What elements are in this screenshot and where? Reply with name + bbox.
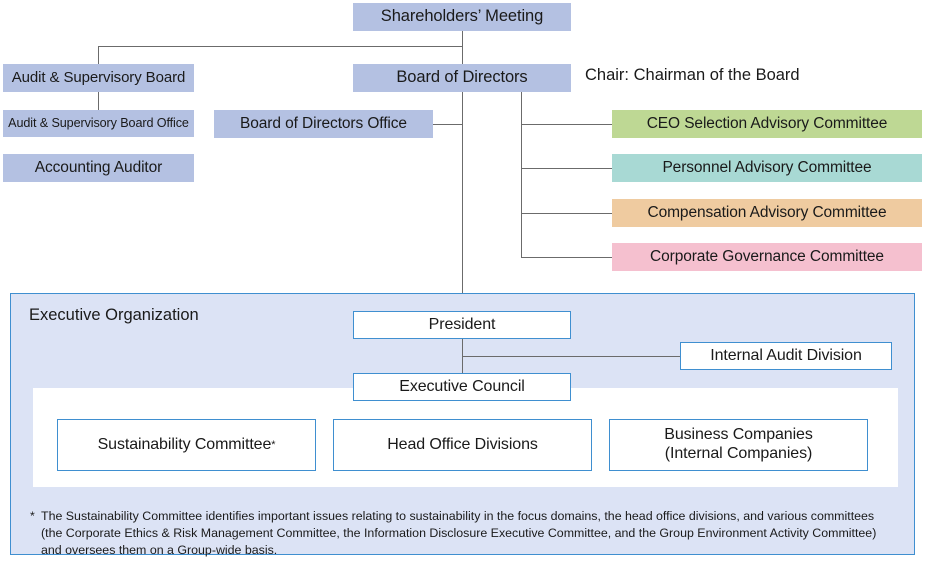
- connector-shareholders-stem: [462, 31, 463, 47]
- business-companies-line-1: Business Companies: [664, 426, 813, 444]
- footnote-marker: *: [30, 509, 35, 523]
- node-ceo-selection-advisory-committee[interactable]: CEO Selection Advisory Committee: [612, 110, 922, 138]
- chair-note: Chair: Chairman of the Board: [585, 66, 800, 84]
- node-audit-supervisory-board[interactable]: Audit & Supervisory Board: [3, 64, 194, 92]
- connector-bod-office-link: [433, 124, 463, 125]
- connector-committee-1: [521, 124, 612, 125]
- sustainability-committee-label: Sustainability Committee: [97, 435, 272, 453]
- node-head-office-divisions[interactable]: Head Office Divisions: [333, 419, 592, 471]
- footnote-text: The Sustainability Committee identifies …: [41, 509, 877, 558]
- node-shareholders-meeting[interactable]: Shareholders’ Meeting: [353, 3, 571, 31]
- connector-to-audit-board: [98, 46, 99, 64]
- node-internal-audit-division[interactable]: Internal Audit Division: [680, 342, 892, 370]
- node-compensation-advisory-committee[interactable]: Compensation Advisory Committee: [612, 199, 922, 227]
- node-executive-council[interactable]: Executive Council: [353, 373, 571, 401]
- node-board-of-directors[interactable]: Board of Directors: [353, 64, 571, 92]
- executive-organization-title: Executive Organization: [29, 306, 199, 324]
- connector-committee-3: [521, 213, 612, 214]
- org-chart-diagram: Executive Organization Shareholders’ Mee…: [0, 0, 925, 563]
- connector-audit-board-to-office: [98, 92, 99, 110]
- footnote: * The Sustainability Committee identifie…: [30, 508, 892, 559]
- node-accounting-auditor[interactable]: Accounting Auditor: [3, 154, 194, 182]
- connector-committee-2: [521, 168, 612, 169]
- node-board-of-directors-office[interactable]: Board of Directors Office: [214, 110, 433, 138]
- node-sustainability-committee[interactable]: Sustainability Committee *: [57, 419, 316, 471]
- connector-internal-audit-link: [462, 356, 680, 357]
- connector-shareholders-bus: [98, 46, 463, 47]
- connector-committees-trunk: [521, 92, 522, 257]
- node-personnel-advisory-committee[interactable]: Personnel Advisory Committee: [612, 154, 922, 182]
- business-companies-line-2: (Internal Companies): [664, 445, 813, 462]
- node-business-companies[interactable]: Business Companies (Internal Companies): [609, 419, 868, 471]
- node-corporate-governance-committee[interactable]: Corporate Governance Committee: [612, 243, 922, 271]
- connector-to-board-of-directors: [462, 46, 463, 64]
- connector-committee-4: [521, 257, 612, 258]
- node-audit-supervisory-board-office[interactable]: Audit & Supervisory Board Office: [3, 110, 194, 137]
- node-president[interactable]: President: [353, 311, 571, 339]
